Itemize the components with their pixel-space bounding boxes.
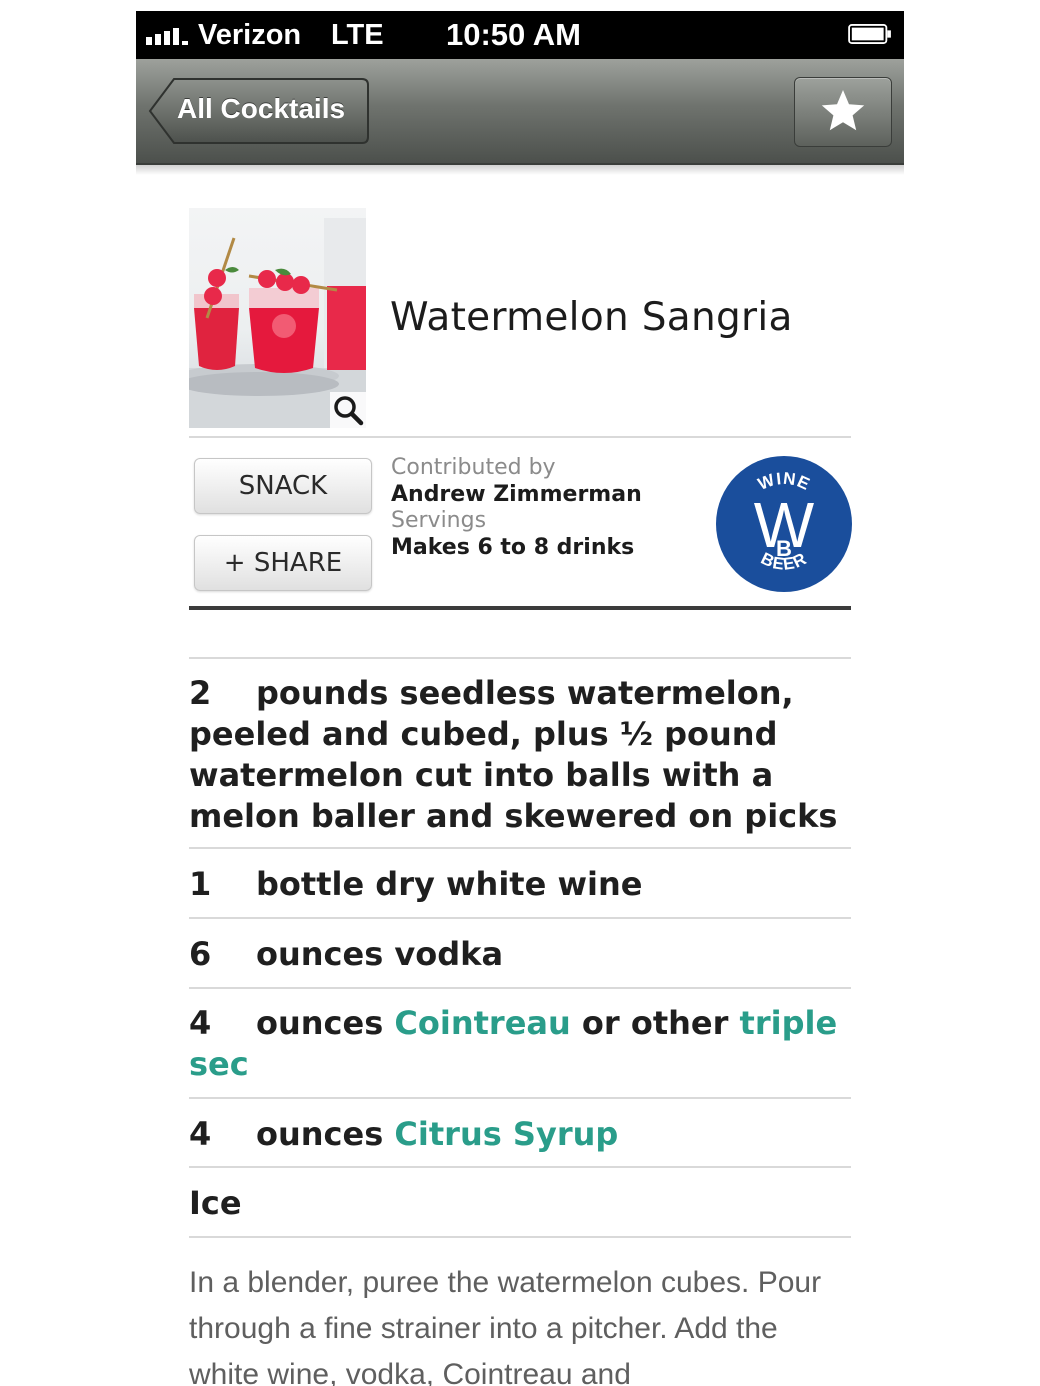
ingredient-row: 2 pounds seedless watermelon, peeled and … [189,673,861,837]
favorite-button[interactable] [794,77,892,147]
ingredient-text: Ice [189,1184,242,1222]
network-type: LTE [331,19,384,51]
star-icon [821,90,865,131]
ingredient-text: bottle dry white wine [256,865,643,903]
status-time: 10:50 AM [446,17,581,52]
share-button[interactable]: + SHARE [194,535,372,591]
ingredient-row: 4 ounces Citrus Syrup [189,1114,861,1155]
back-button[interactable]: All Cocktails [148,77,370,145]
triple-sec-link[interactable]: triple [740,1004,838,1042]
divider [189,917,851,919]
divider [189,436,851,438]
citrus-syrup-link[interactable]: Citrus Syrup [394,1115,618,1153]
ingredient-row: 1 bottle dry white wine [189,864,861,905]
recipe-photo[interactable] [189,208,366,428]
ingredient-text-cont: peeled and cubed, plus ½ pound watermelo… [189,715,838,835]
divider [189,847,851,849]
back-button-label: All Cocktails [177,93,346,124]
recipe-title: Watermelon Sangria [390,295,793,340]
zoom-icon[interactable] [330,392,366,428]
divider [189,1166,851,1168]
ingredient-text: ounces vodka [256,935,504,973]
contributed-by-label: Contributed by [391,455,556,480]
directions-text: In a blender, puree the watermelon cubes… [189,1266,822,1386]
ingredient-row: 6 ounces vodka [189,934,861,975]
ingredient-text: or other [570,1004,740,1042]
divider [189,657,851,659]
divider [189,1097,851,1099]
wine-beer-badge[interactable]: WINE W B BEER [715,455,853,593]
servings-label: Servings [391,508,487,533]
servings-value: Makes 6 to 8 drinks [391,535,635,560]
contributor-name: Andrew Zimmerman [391,482,642,507]
ingredient-qty: 1 [189,865,212,903]
ingredient-qty: 6 [189,935,212,973]
ingredient-row: Ice [189,1183,861,1224]
ingredient-qty: 2 [189,674,212,712]
battery-icon [848,24,891,44]
carrier-name: Verizon [198,19,302,51]
cointreau-link[interactable]: Cointreau [394,1004,570,1042]
triple-sec-link-cont[interactable]: sec [189,1045,249,1083]
ingredient-text: pounds seedless watermelon, [256,674,794,712]
ingredient-row: 4 ounces Cointreau or other triple sec [189,1003,861,1085]
status-bar: Verizon LTE 10:50 AM [136,11,904,59]
navbar-shadow [136,165,904,175]
ingredient-text: ounces [256,1004,395,1042]
signal-strength-icon [146,28,188,45]
divider [189,987,851,989]
navigation-bar: All Cocktails [136,59,904,165]
snack-button[interactable]: SNACK [194,458,372,514]
magnifier-icon [334,396,364,426]
section-divider [189,606,851,610]
ingredient-text: ounces [256,1115,395,1153]
phone-screen: Verizon LTE 10:50 AM All Cocktails Water… [136,11,904,1386]
ingredient-qty: 4 [189,1115,212,1153]
divider [189,1236,851,1238]
ingredient-qty: 4 [189,1004,212,1042]
